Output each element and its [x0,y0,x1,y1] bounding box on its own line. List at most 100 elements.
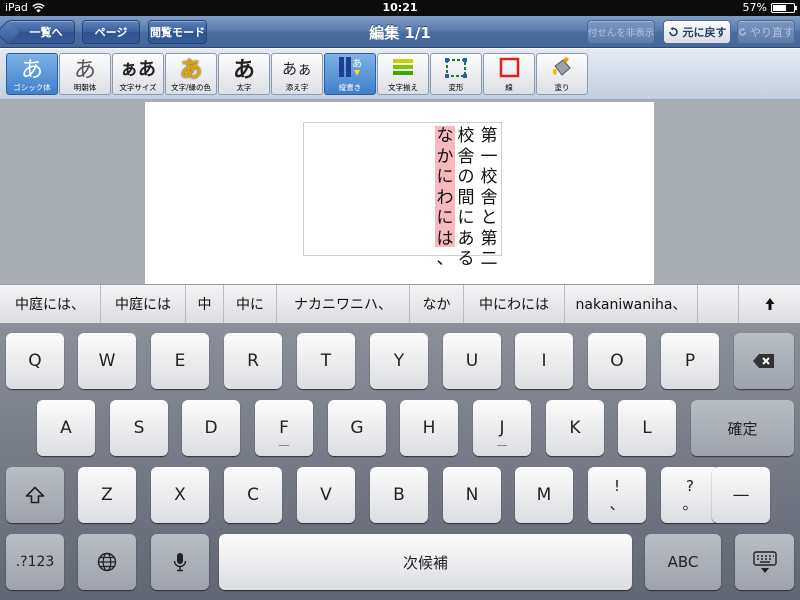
hide-keyboard-key[interactable] [735,534,794,590]
text-align-icon [390,54,416,82]
candidate-item[interactable]: 中にわには [464,285,565,323]
line-icon [496,54,522,82]
numbers-key[interactable]: .?123 [6,534,64,590]
key-w[interactable]: W [78,333,136,389]
confirm-key[interactable]: 確定 [691,400,794,456]
transform-tool[interactable]: 変形 [430,53,482,95]
svg-text:あ: あ [352,58,362,70]
redo-button[interactable]: やり直す [737,20,795,44]
back-to-list-label: 一覧へ [29,26,63,39]
expand-candidates-button[interactable] [738,285,800,323]
page-button[interactable]: ページ [82,20,140,44]
text-glyph: は [436,228,454,249]
key-v[interactable]: V [297,467,355,523]
key-y[interactable]: Y [370,333,428,389]
font-size-label: 文字サイズ [119,83,157,92]
key-r[interactable]: R [224,333,282,389]
key-o[interactable]: O [588,333,646,389]
shift-key[interactable] [6,467,64,523]
gothic-font-tool[interactable]: あ ゴシック体 [6,53,58,95]
arrow-up-icon [765,298,774,310]
hide-sticky-notes-button[interactable]: 付せんを非表示 [587,20,655,44]
key-f[interactable]: F [255,400,313,456]
text-glyph: に [457,208,475,228]
text-glyph: か [436,146,454,167]
key-e[interactable]: E [151,333,209,389]
key-question-period[interactable]: ? 。 [661,467,719,523]
key-dash[interactable]: — [712,467,770,523]
globe-key[interactable] [78,534,136,590]
undo-button[interactable]: 元に戻す [663,20,731,44]
view-mode-label: 閲覧モード [150,26,205,39]
key-c[interactable]: C [224,467,282,523]
key-n[interactable]: N [443,467,501,523]
key-g[interactable]: G [328,400,386,456]
line-label: 線 [505,83,513,92]
undo-label: 元に戻す [682,26,727,39]
text-glyph: 校 [480,167,498,187]
key-x[interactable]: X [151,467,209,523]
text-glyph: に [436,167,454,187]
key-j-label: J [499,418,505,438]
key-m[interactable]: M [515,467,573,523]
candidate-item[interactable]: 中庭には [101,285,186,323]
key-d[interactable]: D [182,400,240,456]
paint-bucket-icon [549,54,575,82]
key-h[interactable]: H [400,400,458,456]
candidate-item[interactable]: nakaniwaniha、 [565,285,698,323]
text-column-3-marked: なかにわには、 [435,126,455,269]
microphone-icon [173,553,187,572]
vertical-writing-label: 縦書き [338,83,362,92]
transform-label: 変形 [448,83,464,92]
key-l[interactable]: L [618,400,676,456]
line-tool[interactable]: 線 [483,53,535,95]
next-candidate-key[interactable]: 次候補 [219,534,632,590]
gothic-glyph: あ [20,58,43,83]
software-keyboard: Q W E R T Y U I O P A S D F G H J K L 確定… [0,324,800,600]
key-k[interactable]: K [546,400,604,456]
mincho-font-tool[interactable]: あ 明朝体 [59,53,111,95]
dictation-key[interactable] [151,534,209,590]
text-color-tool[interactable]: あ 文字/縁の色 [165,53,217,95]
key-a[interactable]: A [37,400,95,456]
key-q[interactable]: Q [6,333,64,389]
key-u[interactable]: U [443,333,501,389]
key-b[interactable]: B [370,467,428,523]
text-align-label: 文字揃え [388,83,418,92]
comma-label: 、 [609,495,625,513]
ruby-tool[interactable]: あぁ 添え字 [271,53,323,95]
candidate-item[interactable]: ナカニワニハ、 [277,285,410,323]
key-i[interactable]: I [515,333,573,389]
exclaim-label: ! [613,477,620,495]
text-glyph: 間 [457,187,475,208]
view-mode-button[interactable]: 閲覧モード [148,20,207,44]
delete-key[interactable] [734,333,794,389]
status-bar: iPad 10:21 57% [0,0,800,16]
candidate-item[interactable]: 中庭には、 [0,285,101,323]
mincho-label: 明朝体 [73,83,97,92]
text-align-tool[interactable]: 文字揃え [377,53,429,95]
back-to-list-button[interactable]: 一覧へ [7,20,75,44]
fill-tool[interactable]: 塗り [536,53,588,95]
candidate-item[interactable]: 中 [186,285,224,323]
key-p[interactable]: P [661,333,719,389]
transform-icon [443,54,469,82]
fill-label: 塗り [554,83,570,92]
candidate-item[interactable]: なか [410,285,464,323]
key-exclaim-comma[interactable]: ! 、 [588,467,646,523]
key-j[interactable]: J [473,400,531,456]
key-z[interactable]: Z [78,467,136,523]
font-size-tool[interactable]: ぁあ 文字サイズ [112,53,164,95]
format-toolbar: あ ゴシック体 あ 明朝体 ぁあ 文字サイズ あ 文字/縁の色 あ 太字 あぁ … [0,49,800,100]
vertical-writing-tool[interactable]: あ 縦書き [324,53,376,95]
period-label: 。 [682,495,698,513]
candidate-item[interactable]: 中に [224,285,277,323]
text-box[interactable]: 第一校舎と第二 校舎の間にある なかにわには、 [303,122,502,269]
bold-tool[interactable]: あ 太字 [218,53,270,95]
column-3-text: なかにわには、 [435,126,455,270]
abc-key[interactable]: ABC [645,534,721,590]
key-t[interactable]: T [297,333,355,389]
key-s[interactable]: S [110,400,168,456]
hide-sticky-label: 付せんを非表示 [587,28,655,39]
shift-icon [25,486,45,504]
